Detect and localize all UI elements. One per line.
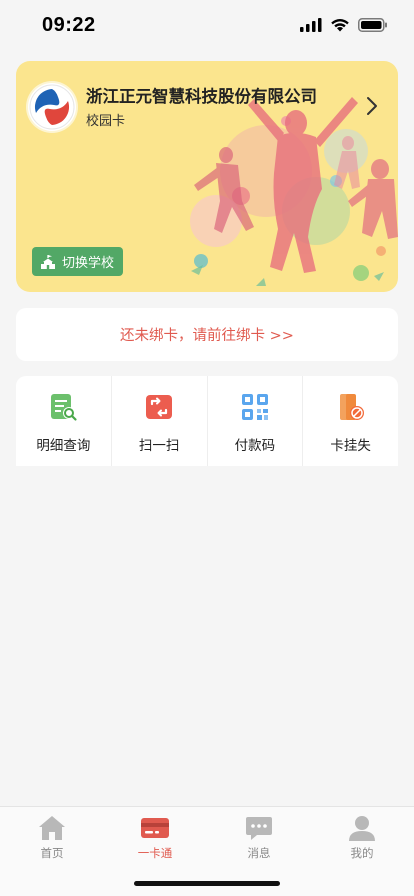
tab-home[interactable]: 首页 (12, 815, 92, 861)
quick-action-scan[interactable]: 扫一扫 (110, 376, 207, 466)
chevron-right-icon[interactable] (366, 96, 378, 116)
bind-card-banner[interactable]: 还未绑卡，请前往绑卡 >> (16, 308, 398, 361)
card-icon (141, 818, 169, 838)
quick-action-label: 付款码 (234, 438, 276, 454)
bind-card-text: 还未绑卡，请前往绑卡 >> (120, 328, 294, 344)
cellular-signal-icon (300, 18, 322, 32)
home-indicator (134, 881, 280, 886)
wifi-icon (331, 19, 349, 32)
tab-campus-card[interactable]: 一卡通 (115, 815, 195, 861)
quick-action-detail-query[interactable]: 明细查询 (16, 376, 111, 466)
message-icon (246, 817, 272, 840)
battery-icon (358, 18, 387, 32)
school-logo (28, 83, 76, 131)
school-name: 浙江正元智慧科技股份有限公司 (86, 87, 317, 106)
tab-label: 消息 (247, 846, 271, 860)
tab-label: 首页 (40, 846, 64, 860)
quick-action-label: 卡挂失 (330, 438, 371, 454)
quick-action-label: 扫一扫 (138, 438, 180, 454)
card-type-label: 校园卡 (86, 114, 126, 129)
scan-icon (146, 395, 173, 419)
quick-actions-grid: 明细查询 扫一扫 付款码 卡挂失 (16, 376, 398, 466)
switch-school-label: 切换学校 (62, 256, 115, 271)
profile-icon (349, 816, 375, 841)
tab-messages[interactable]: 消息 (219, 815, 299, 861)
quick-action-label: 明细查询 (36, 438, 91, 454)
switch-school-button[interactable]: 切换学校 (32, 247, 123, 276)
card-loss-icon (339, 394, 364, 420)
school-building-icon (41, 254, 55, 269)
qr-code-icon (241, 394, 268, 420)
tab-label: 我的 (350, 846, 374, 860)
status-icons (300, 18, 388, 32)
quick-action-card-loss[interactable]: 卡挂失 (302, 376, 398, 466)
status-time: 09:22 (42, 14, 96, 36)
tab-profile[interactable]: 我的 (322, 815, 402, 861)
detail-query-icon (51, 394, 77, 421)
status-bar: 09:22 (0, 0, 414, 56)
school-logo-emblem (29, 84, 75, 130)
tab-label: 一卡通 (137, 846, 173, 860)
quick-action-payment-code[interactable]: 付款码 (206, 376, 303, 466)
home-icon (39, 816, 65, 840)
campus-card[interactable]: 浙江正元智慧科技股份有限公司 校园卡 切换学校 (16, 61, 398, 292)
